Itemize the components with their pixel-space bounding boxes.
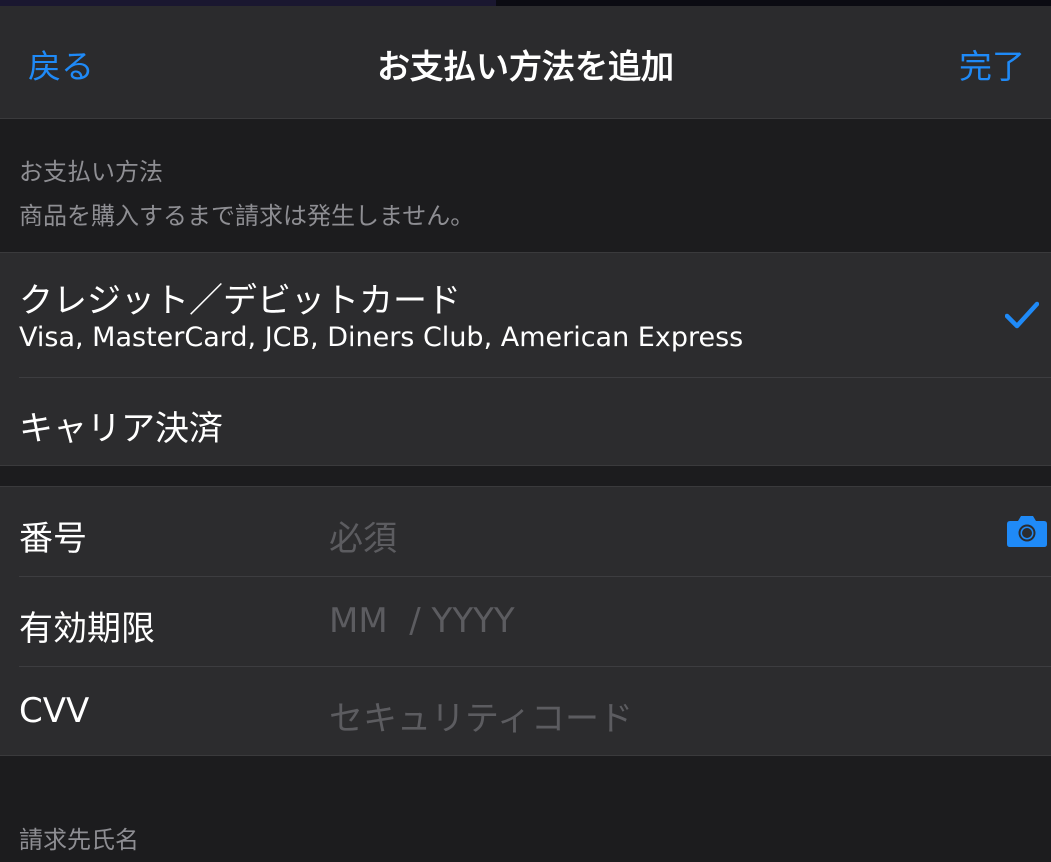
cvv-label: CVV xyxy=(19,691,90,731)
back-button[interactable]: 戻る xyxy=(28,40,94,88)
payment-methods-group: クレジット／デビットカード Visa, MasterCard, JCB, Din… xyxy=(0,252,1051,466)
add-payment-screen: 戻る お支払い方法を追加 完了 お支払い方法 商品を購入するまで請求は発生しませ… xyxy=(0,0,1051,862)
carrier-billing-label: キャリア決済 xyxy=(19,409,223,449)
payment-section-note: 商品を購入するまで請求は発生しません。 xyxy=(19,202,475,230)
card-number-label: 番号 xyxy=(19,519,87,559)
expiry-row[interactable]: 有効期限 MM / YYYY xyxy=(0,577,1051,666)
navigation-bar: 戻る お支払い方法を追加 完了 xyxy=(0,6,1051,119)
expiry-input[interactable]: MM / YYYY xyxy=(329,601,515,641)
cvv-row[interactable]: CVV セキュリティコード xyxy=(0,667,1051,755)
checkmark-icon xyxy=(1005,301,1039,329)
card-details-group: 番号 必須 有効期限 MM / YYYY CVV セキュリティコード xyxy=(0,486,1051,756)
credit-card-brands: Visa, MasterCard, JCB, Diners Club, Amer… xyxy=(19,322,744,353)
payment-section-header: お支払い方法 xyxy=(19,158,163,186)
expiry-label: 有効期限 xyxy=(19,609,155,649)
payment-method-credit-card[interactable]: クレジット／デビットカード Visa, MasterCard, JCB, Din… xyxy=(0,253,1051,377)
card-number-input[interactable]: 必須 xyxy=(329,511,397,560)
payment-method-carrier-billing[interactable]: キャリア決済 xyxy=(0,378,1051,465)
page-title: お支払い方法を追加 xyxy=(377,47,674,86)
billing-name-header: 請求先氏名 xyxy=(19,826,139,854)
camera-icon[interactable] xyxy=(1006,515,1048,547)
card-number-row[interactable]: 番号 必須 xyxy=(0,487,1051,576)
cvv-input[interactable]: セキュリティコード xyxy=(329,691,633,740)
done-button[interactable]: 完了 xyxy=(959,40,1025,88)
credit-card-label: クレジット／デビットカード xyxy=(19,281,461,321)
